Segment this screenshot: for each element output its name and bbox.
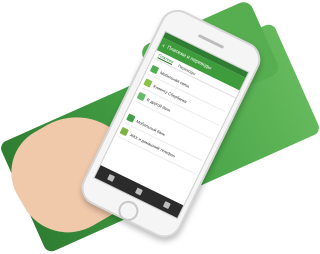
bank-icon [136,91,147,101]
person-icon [143,77,153,88]
nav-icon[interactable] [162,200,171,209]
nav-icon[interactable] [134,187,143,196]
phone-screen: ‹ Платежи и переводы Платежи Переводы Мо… [93,30,250,220]
home-icon [119,126,130,136]
sms-icon [126,112,136,123]
back-arrow-icon[interactable]: ‹ [161,42,166,49]
bottom-nav [94,165,184,218]
earpiece [197,33,225,49]
phone-icon [150,64,160,74]
nav-icon[interactable] [107,174,116,183]
